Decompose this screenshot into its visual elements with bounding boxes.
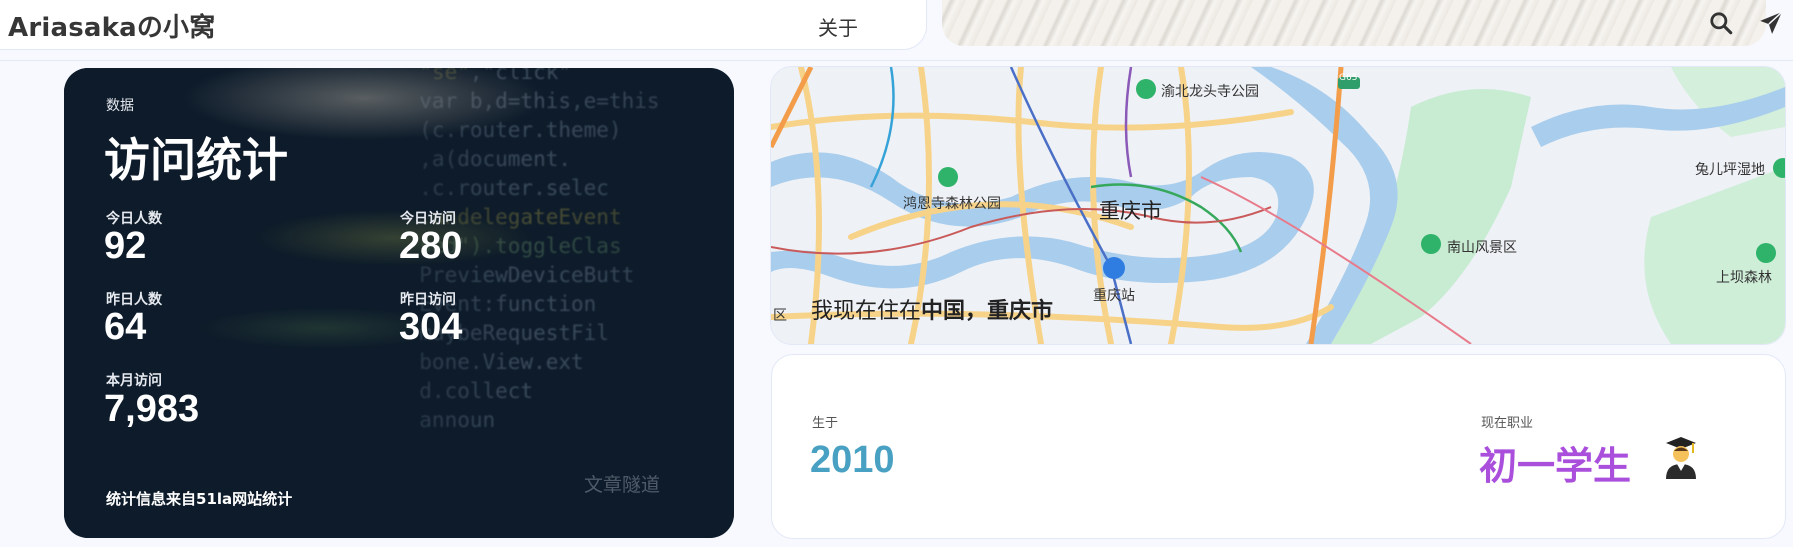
- map-poi-temple: 渝北龙头寺公园: [1161, 84, 1259, 100]
- yesterday-users-value: 64: [104, 306, 147, 348]
- map-highway-shield: G65: [1339, 73, 1358, 83]
- today-visits-value: 280: [399, 225, 463, 267]
- map-poi-nanshan: 南山风景区: [1447, 240, 1517, 256]
- month-visits-value: 7,983: [104, 388, 200, 430]
- stats-source-note[interactable]: 统计信息来自51la网站统计: [106, 488, 292, 509]
- nav-about-link[interactable]: 关于: [818, 12, 858, 41]
- today-users-value: 92: [104, 225, 147, 267]
- born-label: 生于: [812, 416, 839, 431]
- job-label: 现在职业: [1481, 416, 1534, 431]
- student-graduate-icon: [1666, 437, 1696, 479]
- card-tag: 数据: [106, 98, 134, 114]
- map-poi-station: 重庆站: [1093, 288, 1135, 304]
- month-visits-label: 本月访问: [106, 373, 162, 389]
- site-title[interactable]: Ariasakaの小窝: [8, 7, 215, 44]
- location-caption-place: 中国，重庆市: [921, 298, 1054, 324]
- search-icon[interactable]: [1708, 10, 1734, 36]
- card-watermark: 文章隧道: [584, 474, 661, 496]
- map-city-label: 重庆市: [1099, 199, 1162, 223]
- location-map-card: 渝北龙头寺公园 鸿恩寺森林公园 南山风景区 兔儿坪湿地 上坝森林 重庆站 G65…: [770, 66, 1786, 345]
- map-poi-shangba: 上坝森林: [1716, 270, 1772, 286]
- paper-plane-icon[interactable]: [1758, 10, 1784, 36]
- map-edge-label: 区: [773, 308, 787, 324]
- card-title: 访问统计: [104, 133, 288, 187]
- location-caption: 我现在住在中国，重庆市: [811, 293, 1053, 325]
- job-value: 初一学生: [1479, 443, 1632, 488]
- header-banner-image: [942, 0, 1766, 46]
- profile-info-card: 生于 2010 现在职业 初一学生: [771, 354, 1786, 539]
- visit-stats-card: "se","click" var b,d=this,e=this (c.rout…: [64, 68, 734, 538]
- born-value: 2010: [810, 439, 895, 481]
- map-poi-forest-park: 鸿恩寺森林公园: [903, 196, 1001, 212]
- location-caption-prefix: 我现在住在: [811, 299, 922, 324]
- map-poi-wetland: 兔儿坪湿地: [1695, 162, 1765, 178]
- top-nav: Ariasakaの小窝 关于: [0, 0, 1793, 61]
- yesterday-visits-value: 304: [399, 306, 463, 348]
